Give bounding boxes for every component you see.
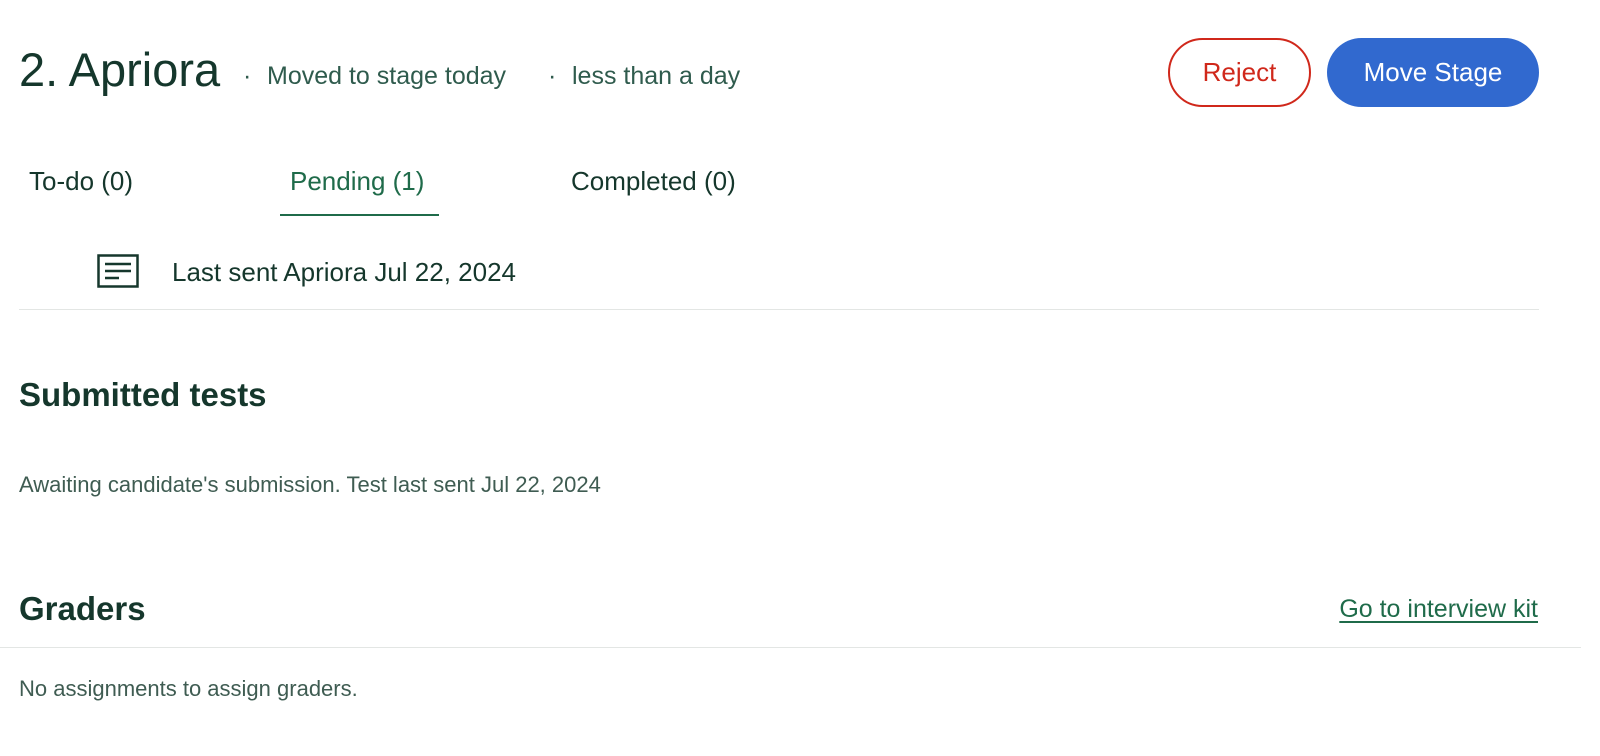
move-stage-button[interactable]: Move Stage	[1327, 38, 1539, 107]
reject-button[interactable]: Reject	[1168, 38, 1311, 107]
moved-to-stage-text: Moved to stage today	[267, 62, 507, 90]
meta-separator: ·	[243, 62, 252, 90]
tab-completed[interactable]: Completed (0)	[571, 163, 736, 199]
graders-empty-text: No assignments to assign graders.	[19, 676, 358, 701]
tab-to-do[interactable]: To-do (0)	[29, 163, 133, 199]
submitted-tests-heading: Submitted tests	[19, 376, 267, 413]
divider	[19, 309, 1539, 310]
graders-heading: Graders	[19, 590, 146, 627]
document-icon	[97, 254, 139, 288]
divider	[0, 647, 1581, 648]
time-in-stage-text: less than a day	[572, 62, 741, 90]
stage-title: 2. Apriora	[19, 43, 221, 96]
submission-status-text: Awaiting candidate's submission. Test la…	[19, 472, 601, 497]
go-to-interview-kit-link[interactable]: Go to interview kit	[1339, 592, 1538, 626]
meta-separator: ·	[548, 62, 557, 90]
active-tab-indicator	[280, 214, 439, 216]
tab-pending[interactable]: Pending (1)	[290, 163, 424, 199]
last-sent-text: Last sent Apriora Jul 22, 2024	[172, 257, 517, 287]
